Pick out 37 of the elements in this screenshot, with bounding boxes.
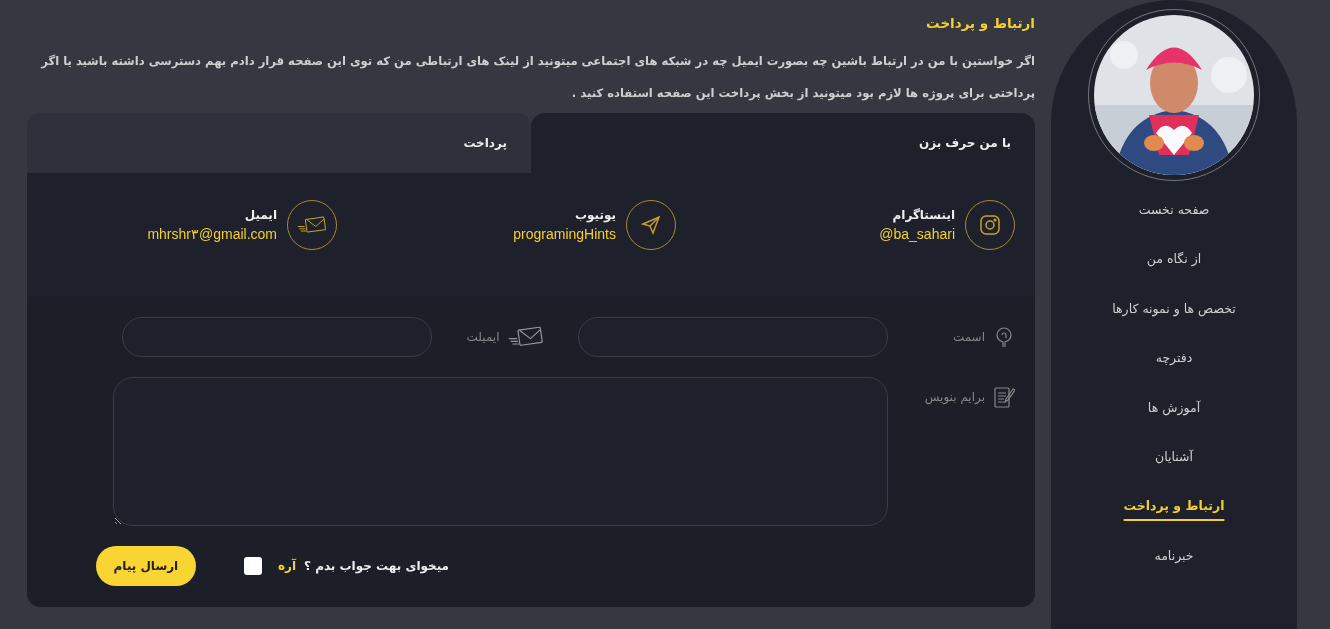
reply-checkbox[interactable] [243,557,262,575]
contact-link[interactable]: mhrshr۳@gmail.com [147,226,277,242]
nav-link[interactable]: دفترچه [1155,347,1193,397]
note-icon [993,385,1015,409]
tab[interactable]: پرداخت [27,113,531,173]
nav-link[interactable]: آشنایان [1155,445,1193,496]
reply-question: میخوای بهت جواب بدم ؟ [304,559,449,573]
paper-plane-icon [641,215,661,235]
user-icon [993,326,1015,348]
envelope-icon [297,216,327,234]
nav-link[interactable]: ارتباط و پرداخت [1123,495,1225,545]
tab[interactable]: با من حرف بزن [531,113,1035,173]
page-heading: ارتباط و پرداخت [925,14,1035,33]
contact-title: یوتیوب [574,208,616,222]
contact-title: ایمیل [243,208,277,222]
email-field[interactable] [122,317,432,357]
checkbox-label: آره [277,559,296,573]
envelope-icon [507,326,544,348]
field-label: برایم بنویس [924,390,985,404]
contact-link[interactable]: programingHints [513,226,616,242]
nav-link[interactable]: از نگاه من [1146,248,1202,298]
camera-icon [980,215,1000,235]
nav-link[interactable]: آموزش ها [1147,396,1201,446]
contact-icon-circle[interactable] [965,200,1015,250]
nav-link[interactable]: خبرنامه [1154,544,1194,595]
intro-paragraph: اگر خواستین با من در ارتباط باشین چه بصورت ایمیل چه در شبکه های اجتماعی میتونید از لینک های ارتباطی من که توی این صفحه قرار دادم بهم دسترسی داشته باشید یا اگر پرداختی برای پروژه ها لازم بود میتونید از بخش پرداخت این صفحه استفاده کنید . [39,53,1035,103]
contact-title: اینستاگرام [891,208,955,222]
field-label: ایمیلت [466,330,500,344]
contact-icon-circle[interactable] [287,200,337,250]
contact-link[interactable]: @ba_sahari [879,226,955,242]
name-field[interactable] [578,317,888,357]
message-field[interactable] [113,377,888,526]
contact-icon-circle[interactable] [626,200,676,250]
nav-link[interactable]: تخصص ها و نمونه کارها [1112,297,1236,348]
field-label: اسمت [952,330,985,344]
send-button[interactable]: ارسال پیام [95,546,196,586]
nav-link[interactable]: صفحه نخست [1138,199,1210,249]
